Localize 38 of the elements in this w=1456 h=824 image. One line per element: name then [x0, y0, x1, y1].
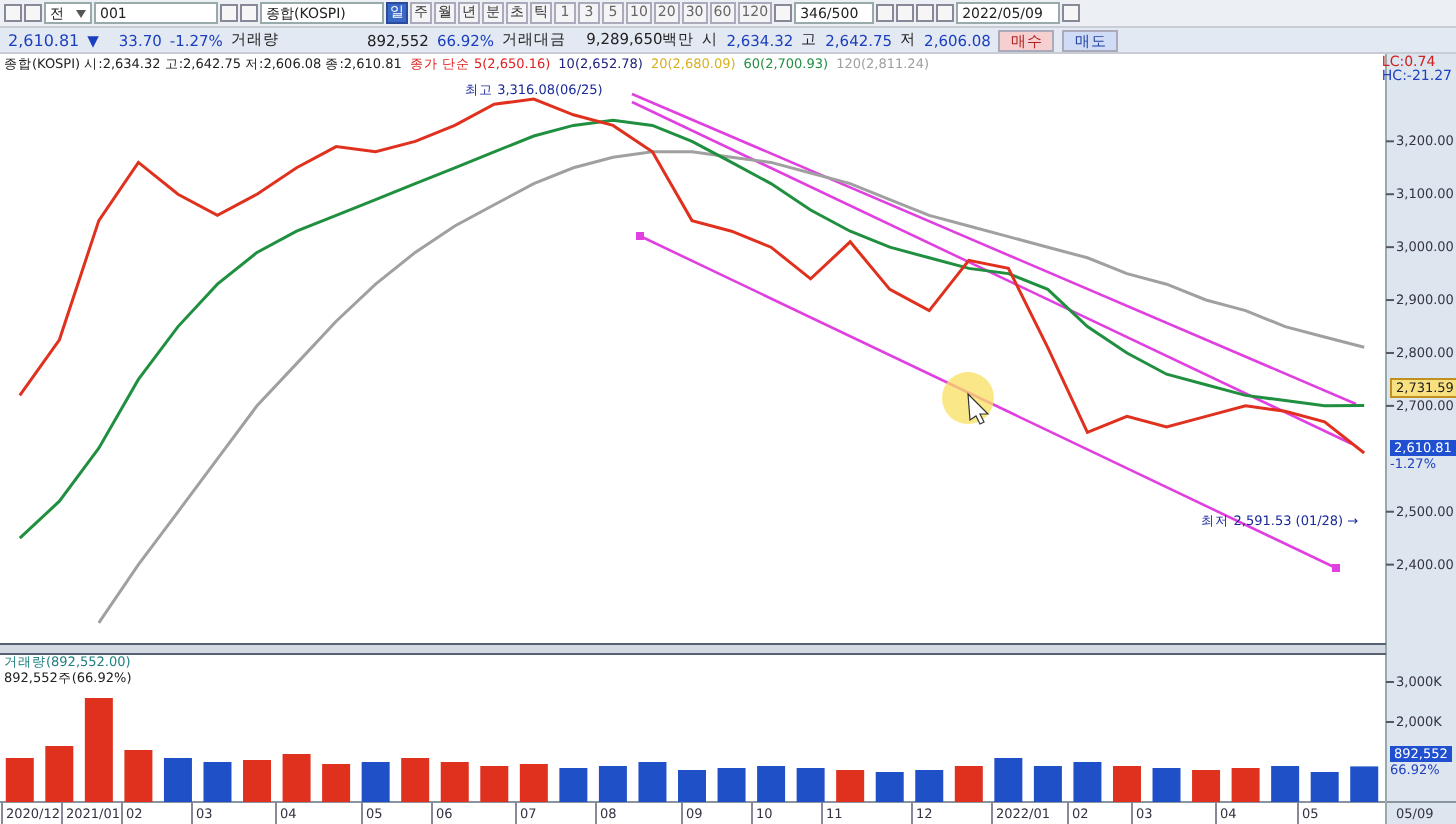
volume-bar: [163, 758, 192, 802]
volume-bar: [1112, 766, 1141, 802]
volume-bar: [875, 772, 904, 802]
volume-bar: [836, 770, 865, 802]
volume-bar: [243, 760, 272, 802]
volume-bar: [401, 758, 430, 802]
cursor-highlight-icon: [942, 372, 994, 425]
volume-bar: [1231, 768, 1260, 802]
volume-bar: [480, 766, 509, 802]
volume-bar: [124, 750, 153, 802]
volume-bar: [322, 764, 351, 802]
volume-bar: [282, 754, 311, 802]
volume-bar: [203, 762, 232, 802]
volume-bar: [1033, 766, 1062, 802]
volume-bar: [1152, 768, 1181, 802]
volume-bar: [994, 758, 1023, 802]
current-price: 2,610.81: [8, 31, 80, 49]
volume-bar: [598, 766, 627, 802]
volume-bar: [559, 768, 588, 802]
volume-bar: [915, 770, 944, 802]
volume-bar: [5, 758, 34, 802]
volume-bar: [1192, 770, 1221, 802]
volume-bar: [519, 764, 548, 802]
volume-bar: [638, 762, 667, 802]
volume-bar: [1350, 766, 1379, 802]
volume-bar: [84, 698, 113, 802]
volume-bar: [1271, 766, 1300, 802]
volume-bar: [954, 766, 983, 802]
volume-bar: [1073, 762, 1102, 802]
volume-bar: [796, 768, 825, 802]
volume-bar: [1310, 772, 1339, 802]
volume-bar: [361, 762, 390, 802]
volume-bar: [45, 746, 74, 802]
volume-bar: [678, 770, 706, 802]
caret-icon: [76, 9, 86, 17]
volume-bar: [757, 766, 786, 802]
volume-bar: [440, 762, 469, 802]
volume-bar: [717, 768, 746, 802]
